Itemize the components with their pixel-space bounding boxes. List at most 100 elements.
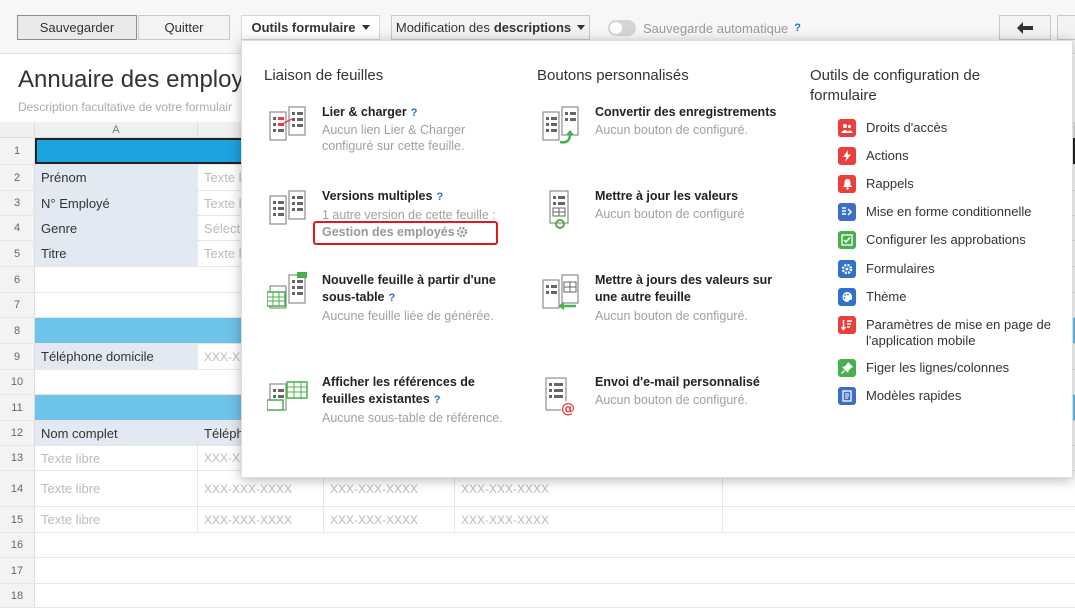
update-other-sheet-description: Aucun bouton de configuré.	[595, 309, 748, 323]
form-title[interactable]: Annuaire des employé	[18, 66, 257, 94]
new-sheet-from-subtable-icon	[267, 272, 307, 309]
subtable-cell[interactable]: Texte libre	[35, 507, 198, 532]
link-load-item[interactable]: Lier & charger? Aucun lien Lier & Charge…	[267, 104, 507, 164]
help-icon[interactable]: ?	[389, 292, 396, 304]
back-button[interactable]	[999, 15, 1051, 40]
approvals-label: Configurer les approbations	[866, 232, 1026, 247]
field-label-titre[interactable]: Titre	[35, 241, 198, 266]
row-number[interactable]: 9	[0, 344, 35, 369]
mobile-layout-item[interactable]: Paramètres de mise en page de l'applicat…	[838, 316, 1058, 349]
references-title[interactable]: Afficher les références de feuilles exis…	[322, 374, 512, 409]
multiple-versions-label: Versions multiples	[322, 189, 433, 203]
edit-descriptions-button[interactable]: Modification des descriptions	[391, 15, 590, 40]
row-number[interactable]: 4	[0, 216, 35, 240]
update-other-sheet-item[interactable]: Mettre à jours des valeurs sur une autre…	[540, 272, 780, 332]
quit-label: Quitter	[164, 20, 204, 35]
subtable-cell[interactable]: Texte libre	[35, 446, 198, 470]
reminders-item[interactable]: Rappels	[838, 175, 1058, 193]
lightning-icon	[838, 147, 856, 165]
theme-item[interactable]: Thème	[838, 288, 1058, 306]
access-rights-item[interactable]: Droits d'accès	[838, 119, 1058, 137]
multiple-versions-title[interactable]: Versions multiples?	[322, 188, 512, 206]
subtable-cell[interactable]: Texte libre	[35, 471, 198, 506]
row-number[interactable]: 13	[0, 446, 35, 470]
quick-templates-item[interactable]: Modèles rapides	[838, 387, 1058, 405]
update-other-sheet-title[interactable]: Mettre à jours des valeurs sur une autre…	[595, 272, 785, 306]
freeze-panes-item[interactable]: Figer les lignes/colonnes	[838, 359, 1058, 377]
autosave-label: Sauvegarde automatique	[643, 20, 789, 36]
custom-email-item[interactable]: @ Envoi d'e-mail personnalisé Aucun bout…	[540, 374, 780, 434]
row-number[interactable]: 10	[0, 370, 35, 394]
row-number[interactable]: 5	[0, 241, 35, 266]
row-number[interactable]: 18	[0, 584, 35, 607]
conditional-formatting-item[interactable]: Mise en forme conditionnelle	[838, 203, 1058, 221]
field-label-genre[interactable]: Genre	[35, 216, 198, 240]
help-icon[interactable]: ?	[411, 107, 418, 119]
row-number[interactable]: 1	[0, 138, 35, 164]
approvals-item[interactable]: Configurer les approbations	[838, 231, 1058, 249]
sort-list-icon	[838, 316, 856, 334]
row-number[interactable]: 3	[0, 191, 35, 215]
row-number[interactable]: 11	[0, 395, 35, 420]
bell-icon	[838, 175, 856, 193]
autosave-toggle[interactable]	[608, 20, 636, 36]
row-number[interactable]: 2	[0, 165, 35, 190]
references-item[interactable]: Afficher les références de feuilles exis…	[267, 374, 507, 434]
update-values-title[interactable]: Mettre à jour les valeurs	[595, 188, 785, 205]
update-values-description: Aucun bouton de configuré	[595, 207, 745, 221]
extra-button[interactable]	[1057, 15, 1075, 40]
subtable-cell[interactable]: XXX-XXX-XXXX	[198, 507, 324, 532]
convert-records-title[interactable]: Convertir des enregistrements	[595, 104, 785, 121]
mobile-layout-label: Paramètres de mise en page de l'applicat…	[866, 317, 1051, 348]
table-row: 17	[0, 558, 1075, 584]
gear-icon	[838, 260, 856, 278]
row-number[interactable]: 14	[0, 471, 35, 506]
form-description[interactable]: Description facultative de votre formula…	[18, 100, 232, 114]
convert-records-description: Aucun bouton de configuré.	[595, 123, 748, 137]
help-icon[interactable]: ?	[436, 191, 443, 203]
custom-buttons-heading: Boutons personnalisés	[537, 67, 689, 84]
email-icon: @	[545, 377, 575, 416]
custom-email-title[interactable]: Envoi d'e-mail personnalisé	[595, 374, 785, 391]
subtable-cell[interactable]: XXX-XXX-XXXX	[455, 507, 723, 532]
checkbox-icon	[838, 231, 856, 249]
row-number[interactable]: 6	[0, 267, 35, 292]
forms-item[interactable]: Formulaires	[838, 260, 1058, 278]
references-label: Afficher les références de feuilles exis…	[322, 375, 475, 406]
field-label-home-phone[interactable]: Téléphone domicile	[35, 344, 198, 369]
actions-item[interactable]: Actions	[838, 147, 1058, 165]
palette-icon	[838, 288, 856, 306]
subtable-header-full-name[interactable]: Nom complet	[35, 421, 198, 445]
field-label-prenom[interactable]: Prénom	[35, 165, 198, 190]
subtable-cell[interactable]: XXX-XXX-XXXX	[324, 507, 455, 532]
convert-records-item[interactable]: Convertir des enregistrements Aucun bout…	[540, 104, 780, 164]
row-number[interactable]: 12	[0, 421, 35, 445]
arrow-left-icon	[1017, 21, 1033, 34]
new-sheet-item[interactable]: Nouvelle feuille à partir d'une sous-tab…	[267, 272, 507, 332]
row-number[interactable]: 7	[0, 293, 35, 317]
row-number[interactable]: 8	[0, 318, 35, 343]
link-load-title[interactable]: Lier & charger?	[322, 104, 512, 122]
actions-label: Actions	[866, 148, 909, 163]
update-values-icon	[549, 190, 569, 229]
quit-button[interactable]: Quitter	[138, 15, 230, 40]
help-icon[interactable]: ?	[434, 394, 441, 406]
custom-email-description: Aucun bouton de configuré.	[595, 393, 748, 407]
update-values-item[interactable]: Mettre à jour les valeurs Aucun bouton d…	[540, 188, 780, 248]
access-rights-label: Droits d'accès	[866, 120, 948, 135]
row-number[interactable]: 17	[0, 558, 35, 583]
row-number[interactable]: 15	[0, 507, 35, 532]
highlight-annotation	[313, 221, 498, 245]
save-button[interactable]: Sauvegarder	[17, 15, 137, 40]
form-tools-button[interactable]: Outils formulaire	[241, 15, 380, 40]
edit-descriptions-bold: descriptions	[493, 20, 572, 35]
link-load-label: Lier & charger	[322, 105, 407, 119]
new-sheet-title[interactable]: Nouvelle feuille à partir d'une sous-tab…	[322, 272, 512, 307]
column-header-a[interactable]: A	[35, 122, 198, 138]
form-config-tools-heading: Outils de configuration de formulaire	[810, 67, 981, 104]
autosave-help-icon[interactable]: ?	[794, 22, 801, 34]
new-sheet-label: Nouvelle feuille à partir d'une sous-tab…	[322, 273, 496, 304]
field-label-employee-number[interactable]: N° Employé	[35, 191, 198, 215]
table-row: 18	[0, 584, 1075, 608]
row-number[interactable]: 16	[0, 533, 35, 557]
